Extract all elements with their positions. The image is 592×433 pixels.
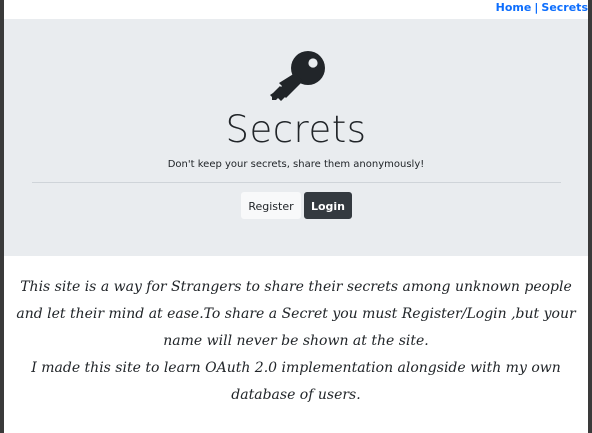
page-subtitle: Don't keep your secrets, share them anon… <box>167 159 425 170</box>
page-title: Secrets <box>225 108 367 151</box>
nav-separator: | <box>534 1 539 14</box>
secrets-link[interactable]: Secrets <box>541 1 588 14</box>
about-section: This site is a way for Strangers to shar… <box>4 274 588 409</box>
hero-section: Secrets Don't keep your secrets, share t… <box>4 19 588 256</box>
login-button[interactable]: Login <box>304 192 352 219</box>
top-nav: Home | Secrets <box>496 0 588 18</box>
hero-divider <box>32 182 561 183</box>
about-paragraph-1: This site is a way for Strangers to shar… <box>16 279 576 349</box>
key-icon <box>270 51 325 101</box>
page: Home | Secrets Secrets Don't keep your sec… <box>4 0 588 433</box>
register-button[interactable]: Register <box>241 192 301 219</box>
about-paragraph-2: I made this site to learn OAuth 2.0 impl… <box>31 360 561 403</box>
home-link[interactable]: Home <box>496 1 532 14</box>
